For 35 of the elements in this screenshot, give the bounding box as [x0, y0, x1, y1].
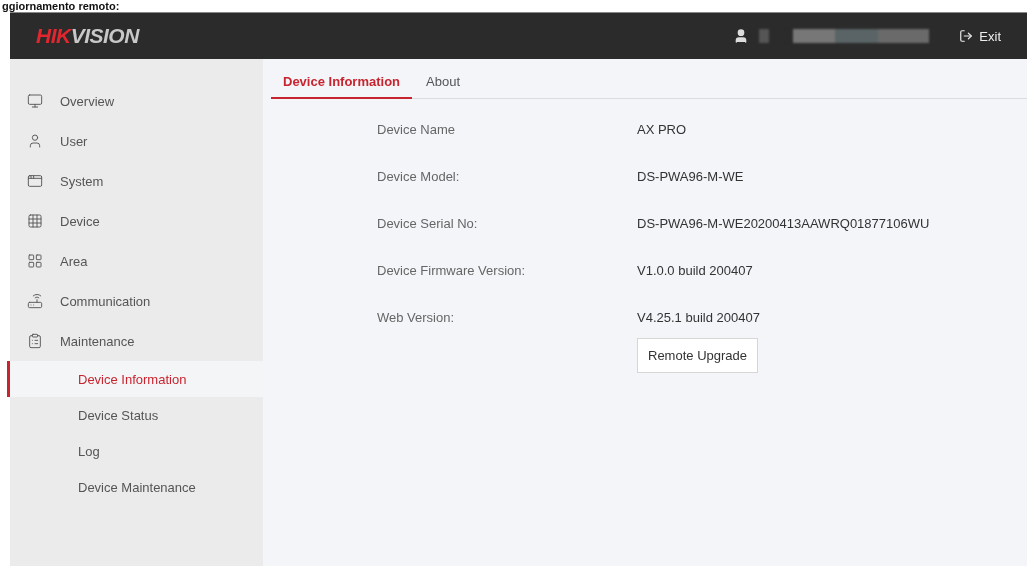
field-value: V4.25.1 build 200407: [637, 309, 761, 327]
field-value: DS-PWA96-M-WE20200413AAWRQ01877106WU: [637, 215, 931, 233]
submenu-item[interactable]: Device Maintenance: [7, 469, 263, 505]
sidebar-item[interactable]: Area: [10, 241, 263, 281]
field-value: AX PRO: [637, 121, 688, 139]
sidebar-item[interactable]: Communication: [10, 281, 263, 321]
exit-button[interactable]: Exit: [959, 28, 1001, 44]
field-label: Device Model:: [377, 168, 461, 186]
tab[interactable]: Device Information: [271, 74, 413, 99]
submenu-item[interactable]: Device Information: [7, 361, 263, 397]
field-value: V1.0.0 build 200407: [637, 262, 754, 280]
sidebar-item[interactable]: User: [10, 121, 263, 161]
field-value: DS-PWA96-M-WE: [637, 168, 745, 186]
sidebar-item[interactable]: Device: [10, 201, 263, 241]
field-label: Device Serial No:: [377, 215, 479, 233]
squares-icon: [27, 253, 43, 269]
sidebar-item[interactable]: System: [10, 161, 263, 201]
submenu-item[interactable]: Log: [7, 433, 263, 469]
submenu-item[interactable]: Device Status: [7, 397, 263, 433]
window-icon: [27, 173, 43, 189]
tab[interactable]: About: [414, 74, 472, 99]
router-icon: [27, 293, 43, 309]
sidebar-item[interactable]: Maintenance: [10, 321, 263, 361]
clipboard-icon: [27, 333, 43, 349]
caption-text: ggiornamento remoto:: [1, 0, 121, 12]
monitor-icon: [27, 93, 43, 109]
sidebar-item[interactable]: Overview: [10, 81, 263, 121]
grid-icon: [27, 213, 43, 229]
remote-upgrade-button[interactable]: Remote Upgrade: [637, 338, 758, 373]
exit-icon: [959, 29, 974, 43]
logo: HIKVISION: [36, 24, 139, 48]
field-label: Device Firmware Version:: [377, 262, 527, 280]
field-label: Web Version:: [377, 309, 456, 327]
user-icon: [27, 133, 43, 149]
field-label: Device Name: [377, 121, 457, 139]
